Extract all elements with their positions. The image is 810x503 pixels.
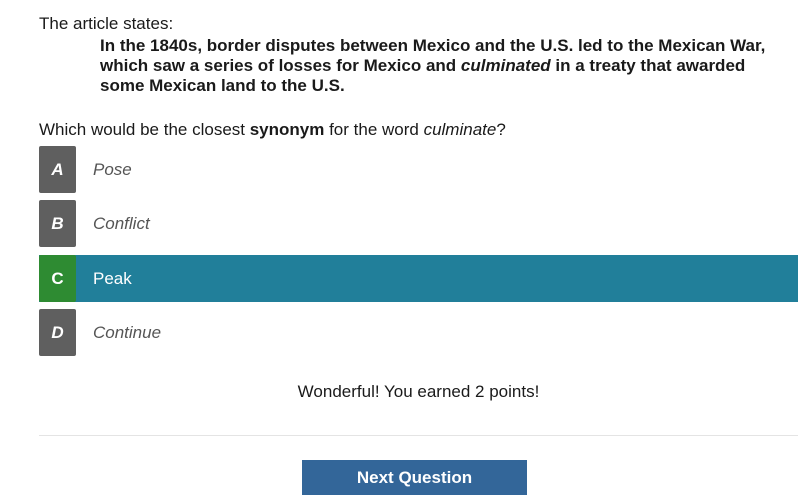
answer-option-b[interactable]: B Conflict: [39, 200, 798, 247]
option-text: Pose: [93, 159, 132, 179]
quote-line-2-after: in a treaty that awarded: [550, 56, 746, 75]
quote-line-3: some Mexican land to the U.S.: [100, 76, 345, 95]
answer-option-c[interactable]: C Peak: [39, 255, 798, 302]
option-letter-badge: D: [39, 309, 76, 356]
option-letter-badge: A: [39, 146, 76, 193]
option-letter-badge: C: [39, 255, 76, 302]
answer-option-a[interactable]: A Pose: [39, 146, 798, 193]
feedback-message: Wonderful! You earned 2 points!: [297, 382, 540, 401]
answer-option-d[interactable]: D Continue: [39, 309, 798, 356]
question-text: Which would be the closest synonym for t…: [39, 120, 506, 140]
quote-line-2-before: which saw a series of losses for Mexico …: [100, 56, 461, 75]
question-after: ?: [496, 120, 506, 139]
question-middle: for the word: [324, 120, 424, 139]
quote-line-1: In the 1840s, border disputes between Me…: [100, 36, 766, 55]
next-question-button[interactable]: Next Question: [302, 460, 527, 495]
option-text: Continue: [93, 322, 162, 342]
quote-line-2: which saw a series of losses for Mexico …: [100, 56, 800, 76]
option-letter-badge: B: [39, 200, 76, 247]
question-italic-word: culminate: [423, 120, 497, 139]
question-bold-word: synonym: [249, 120, 325, 139]
divider: [39, 435, 798, 436]
article-quote: In the 1840s, border disputes between Me…: [100, 36, 800, 96]
option-text: Peak: [93, 268, 132, 288]
intro-label: The article states:: [39, 14, 174, 33]
quote-highlight-word: culminated: [460, 56, 551, 75]
question-before: Which would be the closest: [39, 120, 250, 139]
option-text: Conflict: [93, 213, 150, 233]
